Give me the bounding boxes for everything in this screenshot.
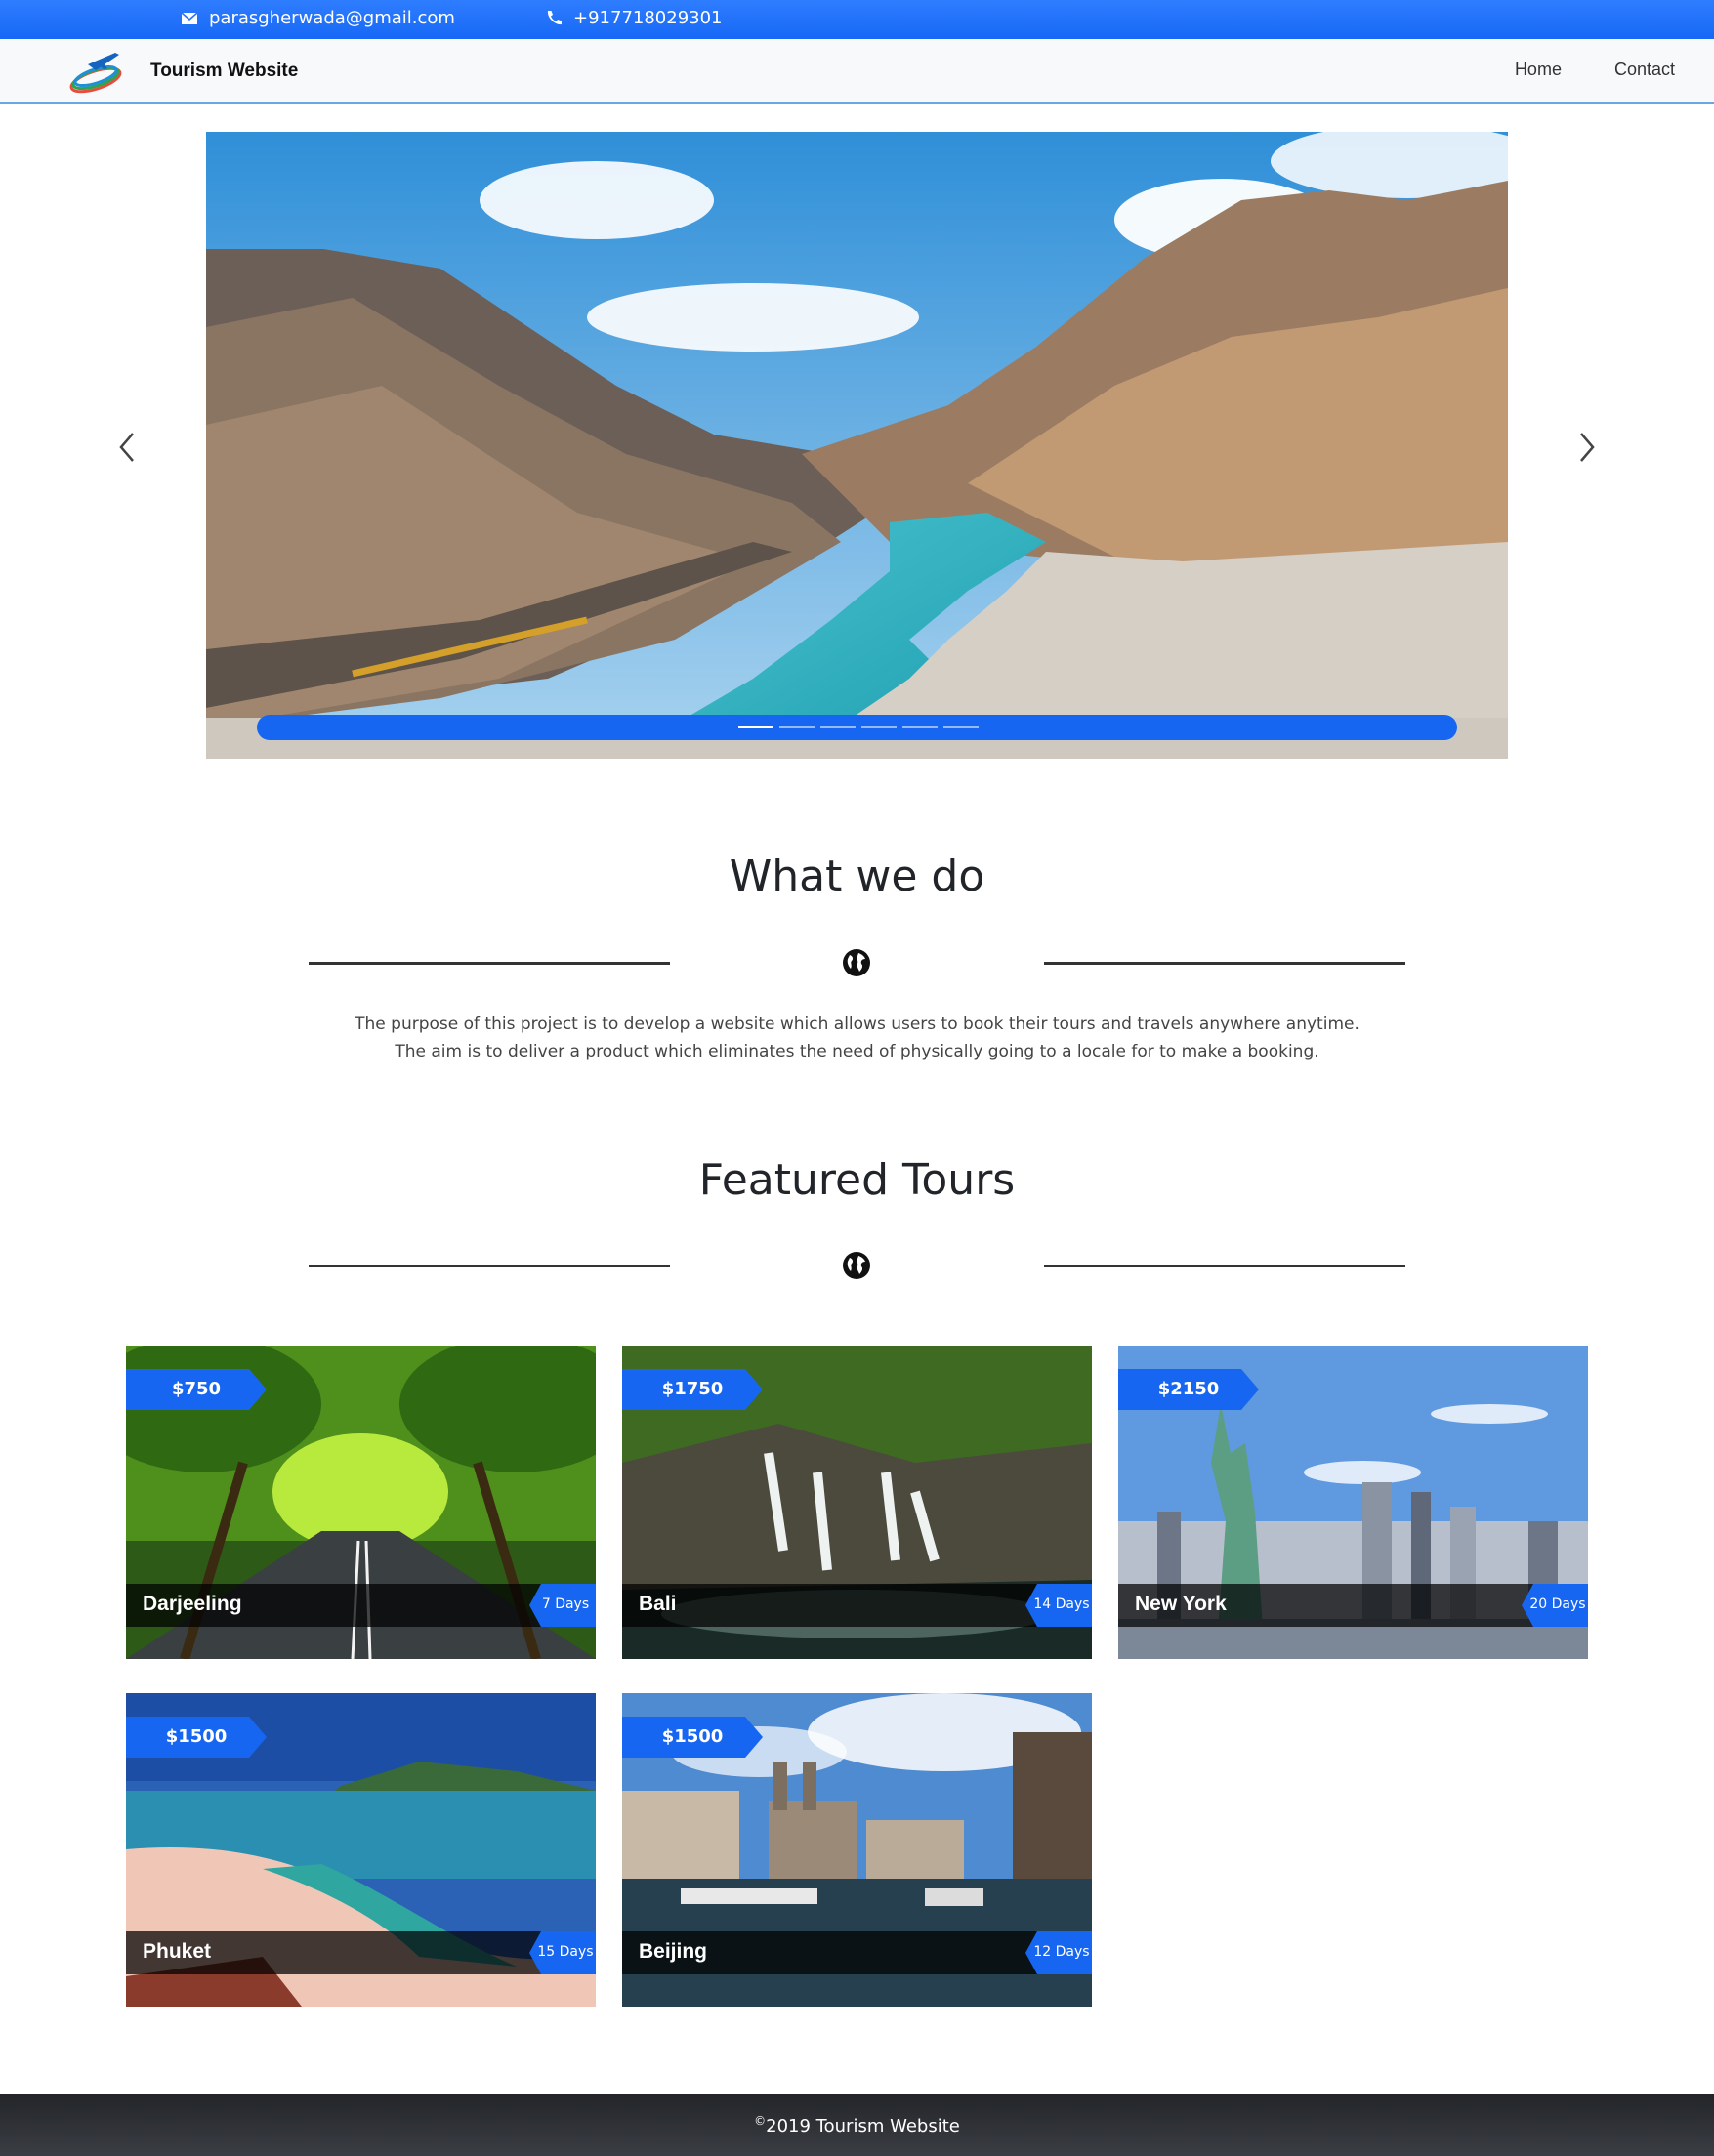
description-line: The purpose of this project is to develo… xyxy=(355,1015,1359,1034)
days-tag: 20 Days xyxy=(1522,1584,1588,1627)
tour-price: $2150 xyxy=(1157,1379,1220,1399)
tour-price: $750 xyxy=(171,1379,222,1399)
what-we-do-title: What we do xyxy=(729,851,985,901)
divider-line xyxy=(1044,962,1405,965)
divider-line xyxy=(1044,1265,1405,1267)
nav-home-link[interactable]: Home xyxy=(1515,60,1562,80)
logo-icon xyxy=(69,53,122,94)
copyright-symbol: © xyxy=(754,2114,767,2128)
carousel-indicator[interactable] xyxy=(861,726,897,728)
carousel-indicator[interactable] xyxy=(902,726,938,728)
tour-duration: 7 Days xyxy=(541,1596,590,1612)
carousel-indicator[interactable] xyxy=(820,726,856,728)
globe-icon xyxy=(843,949,870,976)
tour-name-band: Darjeeling xyxy=(126,1584,596,1627)
globe-icon xyxy=(843,1252,870,1279)
hero-carousel-slide xyxy=(206,132,1508,759)
brand-name: Tourism Website xyxy=(150,61,299,81)
tour-price: $1500 xyxy=(165,1726,228,1747)
carousel-indicator[interactable] xyxy=(943,726,979,728)
carousel-prev-icon[interactable] xyxy=(113,430,143,465)
phone-contact[interactable]: +917718029301 xyxy=(544,8,723,28)
phone-icon xyxy=(547,10,562,24)
tour-name-band: Beijing xyxy=(622,1931,1092,1974)
envelope-icon xyxy=(181,11,198,24)
price-tag: $2150 xyxy=(1118,1369,1259,1410)
brand[interactable]: Tourism Website xyxy=(66,45,298,98)
tour-price: $1750 xyxy=(661,1379,724,1399)
mountain-river-image xyxy=(206,132,1508,759)
contact-bar: parasgherwada@gmail.com +917718029301 xyxy=(0,0,1714,39)
tour-card-beijing[interactable]: $1500 Beijing 12 Days xyxy=(622,1693,1092,2007)
tour-duration: 14 Days xyxy=(1033,1596,1090,1612)
tour-name: Bali xyxy=(639,1593,677,1615)
tour-name: Darjeeling xyxy=(143,1593,242,1615)
days-tag: 14 Days xyxy=(1025,1584,1092,1627)
email-text: parasgherwada@gmail.com xyxy=(209,8,455,28)
tour-card-bali[interactable]: $1750 Bali 14 Days xyxy=(622,1346,1092,1659)
what-we-do-description: The purpose of this project is to develo… xyxy=(0,1011,1714,1065)
description-line: The aim is to deliver a product which el… xyxy=(395,1042,1319,1061)
section-divider xyxy=(309,943,1405,982)
featured-tours-title: Featured Tours xyxy=(698,1155,1016,1205)
email-contact[interactable]: parasgherwada@gmail.com xyxy=(180,8,455,28)
footer-text: 2019 Tourism Website xyxy=(766,2116,960,2136)
tour-card-darjeeling[interactable]: $750 Darjeeling 7 Days xyxy=(126,1346,596,1659)
divider-line xyxy=(309,962,670,965)
tour-name: New York xyxy=(1135,1593,1227,1615)
footer: ©2019 Tourism Website xyxy=(0,2094,1714,2156)
price-tag: $750 xyxy=(126,1369,267,1410)
nav-links: Home Contact xyxy=(1515,60,1675,80)
carousel-indicators xyxy=(738,726,979,728)
tour-price: $1500 xyxy=(661,1726,724,1747)
carousel-indicator[interactable] xyxy=(738,726,773,728)
phone-text: +917718029301 xyxy=(573,8,723,28)
divider-line xyxy=(309,1265,670,1267)
days-tag: 7 Days xyxy=(529,1584,596,1627)
price-tag: $1750 xyxy=(622,1369,763,1410)
tour-card-phuket[interactable]: $1500 Phuket 15 Days xyxy=(126,1693,596,2007)
tour-duration: 15 Days xyxy=(537,1944,594,1960)
days-tag: 15 Days xyxy=(529,1931,596,1974)
tour-name-band: Phuket xyxy=(126,1931,596,1974)
nav-contact-link[interactable]: Contact xyxy=(1614,60,1675,80)
carousel-next-icon[interactable] xyxy=(1571,430,1601,465)
section-divider xyxy=(309,1246,1405,1285)
tour-name: Beijing xyxy=(639,1940,708,1963)
price-tag: $1500 xyxy=(126,1717,267,1758)
tour-duration: 20 Days xyxy=(1529,1596,1586,1612)
tour-name-band: Bali xyxy=(622,1584,1092,1627)
tour-name: Phuket xyxy=(143,1940,212,1963)
carousel-indicator[interactable] xyxy=(779,726,815,728)
tour-duration: 12 Days xyxy=(1033,1944,1090,1960)
tour-name-band: New York xyxy=(1118,1584,1588,1627)
navbar: Tourism Website Home Contact xyxy=(0,39,1714,104)
days-tag: 12 Days xyxy=(1025,1931,1092,1974)
tour-card-new-york[interactable]: $2150 New York 20 Days xyxy=(1118,1346,1588,1659)
price-tag: $1500 xyxy=(622,1717,763,1758)
